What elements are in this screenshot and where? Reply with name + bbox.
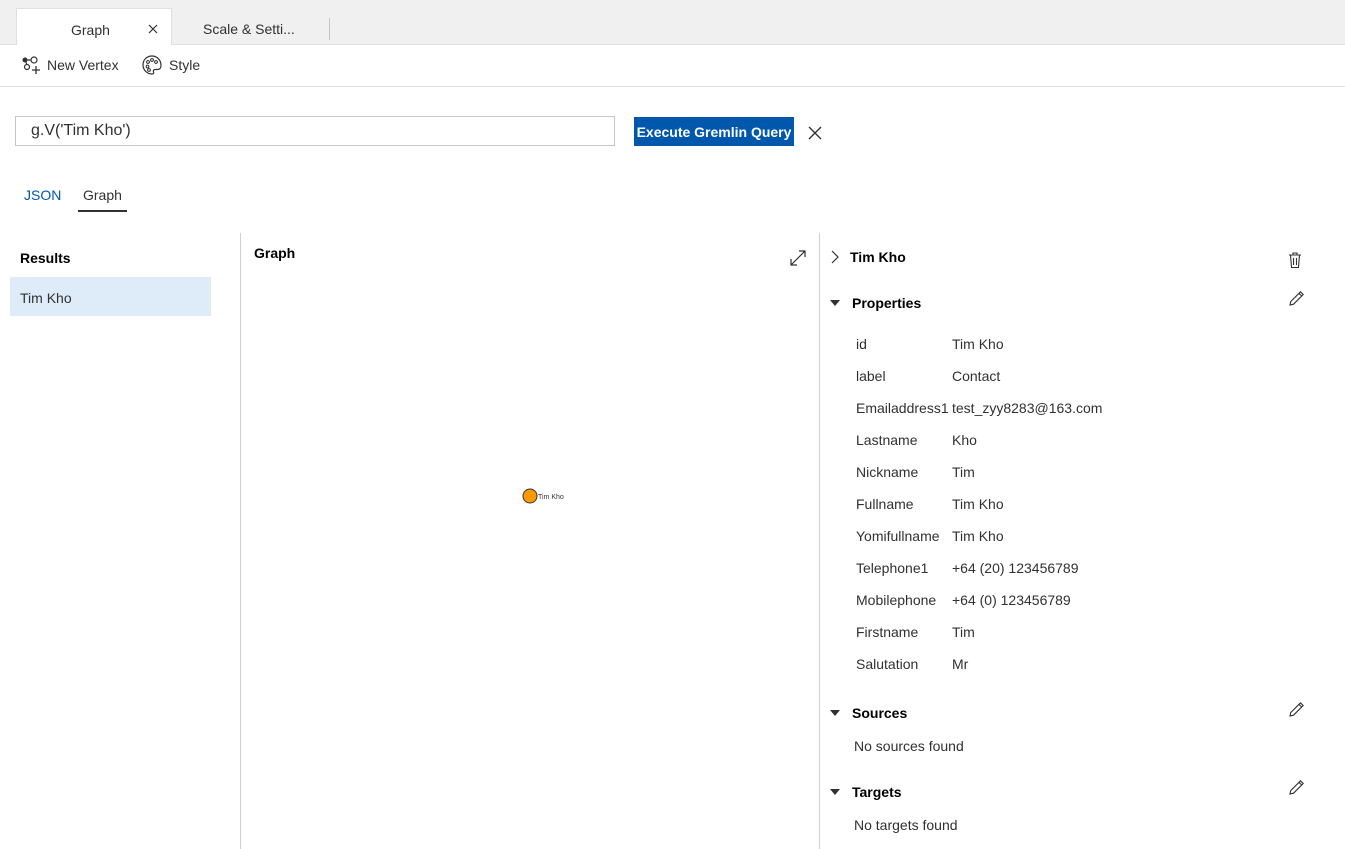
property-value: Tim [952,624,975,640]
edit-properties-icon[interactable] [1288,289,1306,307]
property-key: Emailaddress1 [856,400,949,416]
property-value: Tim Kho [952,336,1004,352]
style-button[interactable]: Style [141,53,200,77]
tab-json[interactable]: JSON [24,187,61,203]
gremlin-query-input[interactable] [15,116,615,146]
targets-title: Targets [852,784,902,800]
properties-title: Properties [852,295,922,311]
tab-scale-settings-label: Scale & Setti... [203,21,295,37]
property-value: test_zyy8283@163.com [952,400,1103,416]
caret-down-icon [830,789,840,795]
graph-title: Graph [254,245,296,261]
property-key: Yomifullname [856,528,940,544]
expand-icon[interactable] [789,249,807,267]
node-title: Tim Kho [850,249,906,265]
tab-scale-settings[interactable]: Scale & Setti... [172,18,330,40]
chevron-right-icon [831,250,839,264]
new-vertex-label: New Vertex [47,57,119,73]
properties-section-header[interactable]: Properties [830,295,921,311]
property-key: Lastname [856,432,918,448]
sources-section-header[interactable]: Sources [830,705,907,721]
close-icon[interactable] [147,23,159,35]
property-value: Contact [952,368,1001,384]
property-key: label [856,368,886,384]
new-vertex-icon [22,56,40,74]
new-vertex-button[interactable]: New Vertex [21,53,119,77]
palette-icon [142,55,162,75]
property-value: +64 (20) 123456789 [952,560,1079,576]
property-value: Kho [952,432,977,448]
property-key: Fullname [856,496,914,512]
sources-empty-text: No sources found [854,738,964,754]
edit-targets-icon[interactable] [1288,778,1306,796]
property-key: Firstname [856,624,919,640]
style-label: Style [169,57,201,73]
results-title: Results [20,250,71,266]
trash-icon[interactable] [1286,251,1304,269]
tab-graph[interactable]: Graph [16,8,172,46]
property-key: id [856,336,867,352]
caret-down-icon [830,300,840,306]
property-value: +64 (0) 123456789 [952,592,1071,608]
property-value: Tim Kho [952,528,1004,544]
clear-query-icon[interactable] [807,125,823,141]
property-value: Mr [952,656,969,672]
result-item[interactable]: Tim Kho [10,277,211,316]
targets-section-header[interactable]: Targets [830,784,902,800]
node-header[interactable]: Tim Kho [830,249,906,265]
caret-down-icon [830,710,840,716]
command-bar: New Vertex Style [0,45,1345,87]
graph-pane: Graph Tim Kho [241,233,820,849]
property-key: Nickname [856,464,919,480]
execute-gremlin-query-button[interactable]: Execute Gremlin Query [634,117,794,146]
edit-sources-icon[interactable] [1288,700,1306,718]
graph-node-label: Tim Kho [538,494,564,501]
tab-graph-view[interactable]: Graph [78,187,127,212]
property-key: Telephone1 [856,560,929,576]
graph-node[interactable] [522,488,538,504]
property-value: Tim Kho [952,496,1004,512]
properties-pane: Tim Kho Properties id Tim Kho label Contac… [820,233,1345,849]
tab-graph-label: Graph [71,22,110,38]
sources-title: Sources [852,705,908,721]
targets-empty-text: No targets found [854,817,958,833]
graph-canvas[interactable]: Tim Kho [241,273,819,849]
property-key: Salutation [856,656,919,672]
results-pane: Results Tim Kho [0,233,241,849]
property-key: Mobilephone [856,592,937,608]
tab-strip: Graph Scale & Setti... [0,0,1345,46]
property-value: Tim [952,464,975,480]
